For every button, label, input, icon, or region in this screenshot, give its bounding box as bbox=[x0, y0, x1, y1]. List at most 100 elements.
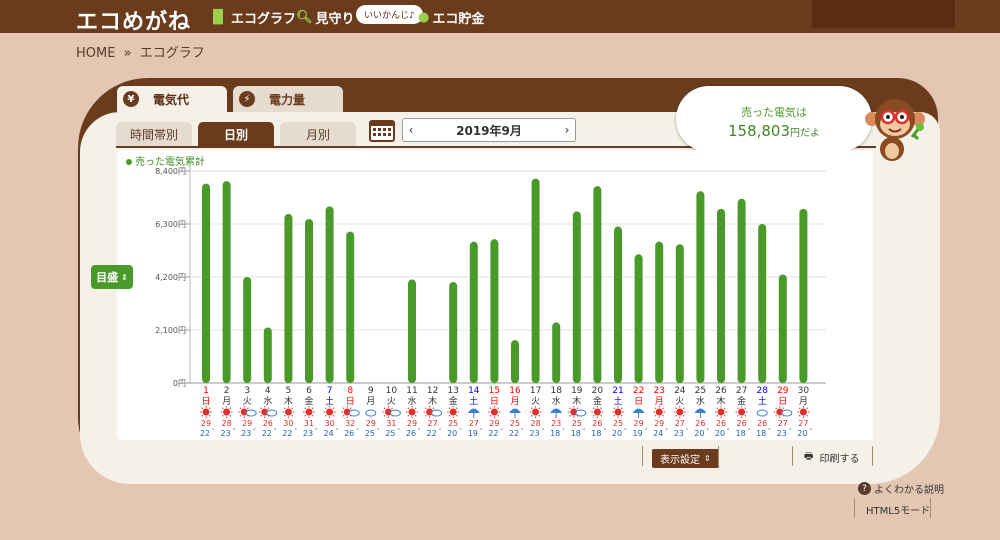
help-label: よくわかる説明 bbox=[874, 485, 944, 496]
x-weekday-label: 水 bbox=[552, 395, 561, 407]
degree-mark: ° bbox=[562, 428, 565, 434]
cloud-icon bbox=[756, 409, 768, 417]
degree-mark: ° bbox=[768, 428, 771, 434]
x-weekday-label: 土 bbox=[613, 395, 622, 407]
bar bbox=[655, 241, 664, 383]
degree-mark: ° bbox=[336, 428, 339, 434]
degree-mark: ° bbox=[418, 428, 421, 434]
sun-ray bbox=[391, 407, 393, 410]
bar bbox=[305, 218, 313, 383]
degree-mark: ° bbox=[521, 428, 524, 434]
degree-mark: ° bbox=[624, 428, 627, 434]
sun-ray bbox=[737, 407, 739, 410]
bar bbox=[572, 211, 581, 383]
cloud-icon bbox=[348, 409, 360, 417]
degree-mark: ° bbox=[294, 428, 297, 434]
sun-ray bbox=[425, 407, 427, 410]
low-temp: 22 bbox=[488, 429, 498, 438]
x-day-label: 22 bbox=[633, 386, 644, 396]
high-temp: 26 bbox=[592, 419, 602, 428]
cloud-icon bbox=[389, 409, 401, 417]
high-temp: 23 bbox=[551, 419, 561, 428]
sun-ray bbox=[723, 414, 726, 417]
sun-ray bbox=[332, 407, 335, 410]
low-temp: 22 bbox=[282, 429, 292, 438]
high-temp: 27 bbox=[469, 419, 479, 428]
low-temp: 26 bbox=[344, 429, 354, 438]
sun-ray bbox=[283, 407, 286, 410]
sun-ray bbox=[247, 407, 249, 410]
html5-mode-link[interactable]: HTML5モード bbox=[866, 502, 930, 517]
sun-ray bbox=[208, 414, 211, 417]
sun-ray bbox=[239, 407, 242, 410]
low-temp: 22 bbox=[200, 429, 210, 438]
x-weekday-label: 日 bbox=[490, 396, 499, 407]
x-weekday-label: 日 bbox=[634, 396, 643, 407]
low-temp: 18 bbox=[756, 429, 766, 438]
sun-ray bbox=[456, 414, 458, 417]
bar bbox=[325, 206, 334, 383]
sun-ray bbox=[682, 414, 685, 417]
low-temp: 18 bbox=[736, 429, 746, 438]
x-day-label: 16 bbox=[509, 386, 521, 396]
sun-ray bbox=[489, 407, 492, 410]
umbrella-icon bbox=[694, 408, 707, 413]
bar bbox=[346, 231, 355, 383]
print-button[interactable]: 🖶 印刷する bbox=[804, 449, 859, 466]
divider bbox=[792, 446, 793, 466]
x-weekday-label: 月 bbox=[366, 396, 375, 407]
low-temp: 24 bbox=[653, 429, 663, 438]
sun-ray bbox=[662, 414, 664, 417]
question-icon: ? bbox=[858, 482, 871, 495]
high-temp: 26 bbox=[263, 419, 273, 428]
high-temp: 29 bbox=[366, 419, 376, 428]
x-day-label: 19 bbox=[571, 386, 583, 396]
sun-ray bbox=[654, 407, 657, 410]
sun-ray bbox=[654, 414, 657, 417]
high-temp: 32 bbox=[345, 419, 355, 428]
high-temp: 26 bbox=[737, 419, 747, 428]
sun-ray bbox=[569, 407, 571, 410]
bar bbox=[449, 282, 458, 383]
sun-ray bbox=[613, 407, 616, 410]
high-temp: 29 bbox=[407, 419, 417, 428]
x-weekday-label: 水 bbox=[407, 395, 416, 407]
high-temp: 31 bbox=[386, 419, 396, 428]
bar bbox=[758, 224, 767, 383]
sun-ray bbox=[325, 414, 327, 417]
help-link[interactable]: ? よくわかる説明 bbox=[858, 481, 944, 496]
sun-ray bbox=[600, 414, 602, 417]
bar bbox=[531, 178, 540, 383]
degree-mark: ° bbox=[809, 428, 812, 434]
bar bbox=[263, 327, 272, 383]
x-weekday-label: 火 bbox=[387, 396, 396, 407]
sun-icon bbox=[202, 408, 210, 416]
degree-mark: ° bbox=[500, 428, 503, 434]
x-weekday-label: 水 bbox=[696, 395, 705, 407]
divider bbox=[930, 498, 931, 518]
low-temp: 26 bbox=[406, 429, 416, 438]
sun-ray bbox=[782, 407, 785, 410]
sun-ray bbox=[569, 414, 571, 417]
high-temp: 26 bbox=[716, 419, 726, 428]
display-settings-button[interactable]: 表示設定 ⇕ bbox=[652, 449, 719, 468]
sun-icon bbox=[326, 408, 334, 416]
x-day-label: 11 bbox=[406, 386, 417, 396]
x-day-label: 6 bbox=[306, 386, 312, 396]
sun-ray bbox=[291, 407, 293, 410]
cloud-icon bbox=[266, 409, 278, 417]
x-day-label: 9 bbox=[368, 386, 374, 396]
bar bbox=[737, 198, 746, 383]
sun-ray bbox=[291, 414, 293, 417]
sun-ray bbox=[489, 414, 492, 417]
high-temp: 27 bbox=[798, 419, 808, 428]
bar bbox=[778, 274, 787, 383]
sun-icon bbox=[490, 408, 498, 416]
sun-ray bbox=[716, 407, 719, 410]
x-day-label: 3 bbox=[244, 386, 250, 396]
sun-icon bbox=[532, 408, 540, 416]
sun-icon bbox=[655, 408, 663, 416]
degree-mark: ° bbox=[233, 428, 236, 434]
sun-icon bbox=[614, 408, 622, 416]
high-temp: 27 bbox=[428, 419, 438, 428]
